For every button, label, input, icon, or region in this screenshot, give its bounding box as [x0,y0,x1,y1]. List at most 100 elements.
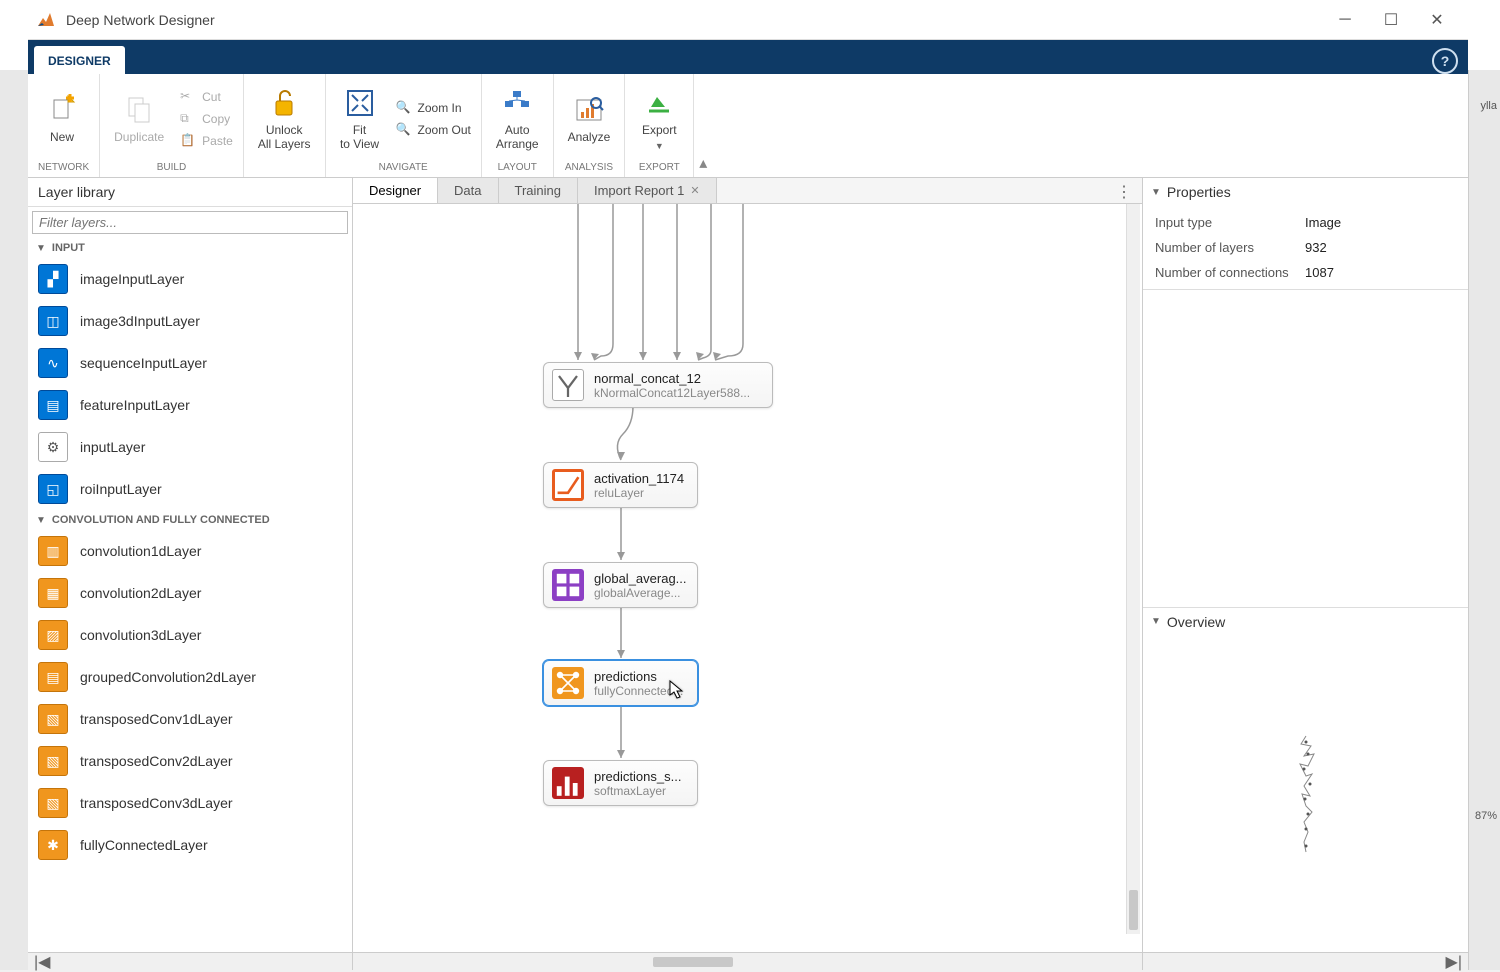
copy-icon: ⧉ [180,111,196,127]
sidebar-footer: |◀ [28,952,352,970]
chevron-down-icon: ▼ [36,243,46,254]
export-icon [643,87,675,119]
chevron-down-icon: ▼ [1151,616,1161,627]
overview-header[interactable]: ▼Overview [1143,607,1468,636]
layer-image3dinputlayer[interactable]: ◫image3dInputLayer [28,300,352,342]
inputlayer-icon: ⚙ [38,432,68,462]
edges-svg [353,204,1142,952]
paste-button[interactable]: 📋Paste [180,133,233,149]
unlock-button[interactable]: Unlock All Layers [254,83,315,155]
softmax-icon [552,767,584,799]
node-global-average[interactable]: global_averag...globalAverage... [543,562,698,608]
layer-library-title: Layer library [28,178,352,207]
node-predictions-softmax[interactable]: predictions_s...softmaxLayer [543,760,698,806]
analyze-label: Analyze [568,130,611,144]
conv3d-icon: ▨ [38,620,68,650]
unlock-label: Unlock All Layers [258,123,311,151]
unlock-icon [268,87,300,119]
concat-icon [552,369,584,401]
canvas-hscrollbar[interactable] [353,952,1142,970]
category-input[interactable]: ▼INPUT [28,238,352,258]
new-icon [46,94,78,126]
node-name: global_averag... [594,571,687,586]
node-predictions[interactable]: predictionsfullyConnected... [543,660,698,706]
zoom-out-icon: 🔍 [396,122,412,138]
layer-fullyconnected[interactable]: ✱fullyConnectedLayer [28,824,352,866]
group-analysis-label: ANALYSIS [564,159,615,177]
layer-conv2d[interactable]: ▦convolution2dLayer [28,572,352,614]
bg-user: ylla [1480,100,1497,112]
new-button[interactable]: New [38,90,86,148]
center-panel: Designer Data Training Import Report 1✕ … [353,178,1142,970]
layer-list[interactable]: ▼INPUT ▞imageInputLayer ◫image3dInputLay… [28,238,352,952]
rpanel-footer: ▶| [1143,952,1468,970]
analyze-button[interactable]: Analyze [564,90,615,148]
auto-arrange-icon [501,87,533,119]
minimize-button[interactable]: ─ [1322,5,1368,35]
layer-tconv3d[interactable]: ▧transposedConv3dLayer [28,782,352,824]
layer-sequenceinputlayer[interactable]: ∿sequenceInputLayer [28,342,352,384]
close-tab-icon[interactable]: ✕ [690,184,699,197]
zoom-in-button[interactable]: 🔍Zoom In [396,100,471,116]
layer-featureinputlayer[interactable]: ▤featureInputLayer [28,384,352,426]
layer-conv1d[interactable]: ▥convolution1dLayer [28,530,352,572]
tab-import-report[interactable]: Import Report 1✕ [578,178,717,203]
fit-label: Fit to View [340,123,379,151]
tconv3d-icon: ▧ [38,788,68,818]
node-name: activation_1174 [594,471,684,486]
tab-designer[interactable]: Designer [353,178,438,203]
zoom-in-icon: 🔍 [396,100,412,116]
overview-minimap[interactable] [1143,636,1468,953]
copy-button[interactable]: ⧉Copy [180,111,233,127]
tabs-more-button[interactable]: ⋮ [1106,178,1142,203]
properties-header[interactable]: ▼Properties [1143,178,1468,206]
fullyconnected-icon [552,667,584,699]
prop-numlayers-value: 932 [1305,240,1327,255]
layer-roiinputlayer[interactable]: ◱roiInputLayer [28,468,352,510]
matlab-logo-icon [36,10,56,30]
node-activation-1174[interactable]: activation_1174reluLayer [543,462,698,508]
layer-groupedconv2d[interactable]: ▤groupedConvolution2dLayer [28,656,352,698]
export-label: Export [642,123,677,137]
node-name: predictions [594,669,683,684]
layer-conv3d[interactable]: ▨convolution3dLayer [28,614,352,656]
filter-layers-input[interactable] [32,211,348,234]
conv2d-icon: ▦ [38,578,68,608]
export-button[interactable]: Export ▼ [635,83,683,155]
category-conv[interactable]: ▼CONVOLUTION AND FULLY CONNECTED [28,510,352,530]
duplicate-label: Duplicate [114,130,164,144]
prop-numconn-value: 1087 [1305,265,1334,280]
ribbon-tab-strip: DESIGNER ? [28,40,1468,74]
titlebar: Deep Network Designer ─ ☐ ✕ [28,0,1468,40]
layer-inputlayer[interactable]: ⚙inputLayer [28,426,352,468]
chevron-down-icon: ▼ [36,515,46,526]
group-layout-label: LAYOUT [492,159,543,177]
imageinput-icon: ▞ [38,264,68,294]
maximize-button[interactable]: ☐ [1368,5,1414,35]
group-build-label: BUILD [110,159,233,177]
designer-canvas[interactable]: normal_concat_12kNormalConcat12Layer588.… [353,204,1142,952]
fit-to-view-button[interactable]: Fit to View [336,83,384,155]
relu-icon [552,469,584,501]
layer-imageinputlayer[interactable]: ▞imageInputLayer [28,258,352,300]
node-type: softmaxLayer [594,784,681,798]
node-normal-concat-12[interactable]: normal_concat_12kNormalConcat12Layer588.… [543,362,773,408]
prop-numlayers-label: Number of layers [1155,240,1305,255]
group-navigate-label: NAVIGATE [336,159,471,177]
layer-tconv2d[interactable]: ▧transposedConv2dLayer [28,740,352,782]
tab-training[interactable]: Training [499,178,578,203]
prop-inputtype-value: Image [1305,215,1341,230]
layer-tconv1d[interactable]: ▧transposedConv1dLayer [28,698,352,740]
ribbon-collapse-button[interactable]: ▴ [694,74,712,177]
tconv1d-icon: ▧ [38,704,68,734]
auto-arrange-button[interactable]: Auto Arrange [492,83,543,155]
help-button[interactable]: ? [1432,48,1458,74]
tab-data[interactable]: Data [438,178,498,203]
duplicate-button[interactable]: Duplicate [110,90,168,148]
ribbon-tab-designer[interactable]: DESIGNER [34,46,125,74]
canvas-vscrollbar[interactable] [1126,204,1140,934]
cut-icon: ✂ [180,89,196,105]
zoom-out-button[interactable]: 🔍Zoom Out [396,122,471,138]
cut-button[interactable]: ✂Cut [180,89,233,105]
close-button[interactable]: ✕ [1414,5,1460,35]
